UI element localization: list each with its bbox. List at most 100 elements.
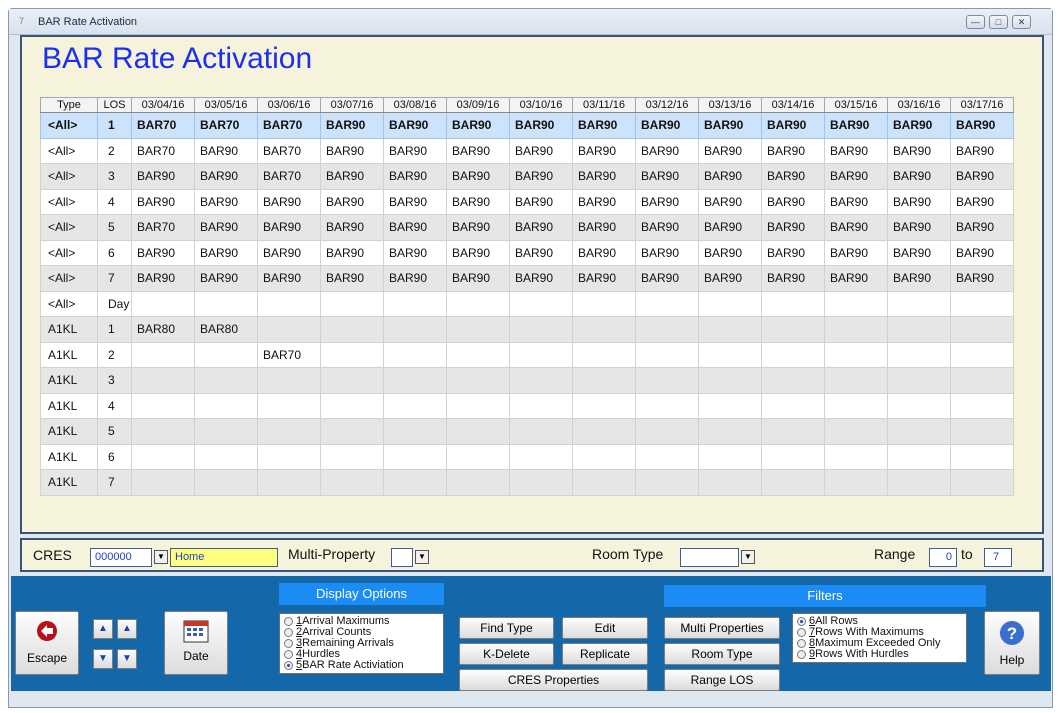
rate-cell[interactable] — [824, 341, 888, 368]
column-header-date[interactable]: 03/05/16 — [194, 97, 258, 113]
rate-cell[interactable]: BAR90 — [887, 265, 951, 292]
rate-cell[interactable] — [257, 469, 321, 496]
rate-cell[interactable]: BAR90 — [635, 112, 699, 139]
los-cell[interactable]: 3 — [97, 163, 132, 190]
rate-cell[interactable]: BAR90 — [572, 137, 636, 164]
rate-cell[interactable] — [950, 341, 1014, 368]
move-top-button[interactable]: ▲ — [117, 619, 137, 639]
type-cell[interactable]: <All> — [40, 265, 98, 292]
los-cell[interactable]: 6 — [97, 443, 132, 470]
type-cell[interactable]: A1KL — [40, 341, 98, 368]
rate-cell[interactable] — [824, 443, 888, 470]
rate-cell[interactable]: BAR90 — [131, 265, 195, 292]
rate-cell[interactable] — [383, 290, 447, 317]
rate-cell[interactable] — [257, 443, 321, 470]
rate-cell[interactable]: BAR90 — [698, 265, 762, 292]
minimize-button[interactable]: — — [966, 15, 985, 29]
column-header-type[interactable]: Type — [40, 97, 98, 113]
los-cell[interactable]: 2 — [97, 341, 132, 368]
rate-cell[interactable]: BAR90 — [761, 265, 825, 292]
rate-cell[interactable]: BAR90 — [761, 137, 825, 164]
rate-cell[interactable]: BAR90 — [572, 188, 636, 215]
rate-cell[interactable] — [383, 341, 447, 368]
column-header-date[interactable]: 03/04/16 — [131, 97, 195, 113]
rate-cell[interactable]: BAR90 — [824, 137, 888, 164]
rate-cell[interactable]: BAR90 — [635, 137, 699, 164]
rate-cell[interactable]: BAR90 — [572, 163, 636, 190]
rate-cell[interactable]: BAR90 — [320, 137, 384, 164]
rate-cell[interactable] — [572, 418, 636, 445]
rate-cell[interactable]: BAR70 — [257, 163, 321, 190]
type-cell[interactable]: <All> — [40, 163, 98, 190]
rate-cell[interactable] — [950, 443, 1014, 470]
cres-properties-button[interactable]: CRES Properties — [459, 669, 648, 691]
rate-cell[interactable] — [446, 316, 510, 343]
multi-property-dropdown-button[interactable]: ▼ — [415, 550, 429, 564]
rate-cell[interactable]: BAR90 — [257, 265, 321, 292]
rate-cell[interactable]: BAR90 — [572, 265, 636, 292]
rate-cell[interactable]: BAR90 — [761, 163, 825, 190]
column-header-date[interactable]: 03/06/16 — [257, 97, 321, 113]
rate-cell[interactable]: BAR90 — [383, 239, 447, 266]
rate-cell[interactable]: BAR90 — [950, 137, 1014, 164]
rate-cell[interactable]: BAR90 — [572, 214, 636, 241]
rate-cell[interactable] — [635, 469, 699, 496]
column-header-los[interactable]: LOS — [97, 97, 132, 113]
los-cell[interactable]: 3 — [97, 367, 132, 394]
rate-cell[interactable]: BAR90 — [698, 214, 762, 241]
column-header-date[interactable]: 03/17/16 — [950, 97, 1014, 113]
rate-cell[interactable]: BAR90 — [824, 163, 888, 190]
table-row[interactable]: <All> 7 BAR90 BAR90 BAR90 BAR90 BAR90 BAR90 BAR9… — [40, 265, 1014, 292]
los-cell[interactable]: 4 — [97, 188, 132, 215]
rate-cell[interactable] — [824, 290, 888, 317]
room-type-input[interactable] — [680, 548, 739, 567]
rate-cell[interactable] — [635, 443, 699, 470]
rate-cell[interactable] — [194, 290, 258, 317]
rate-cell[interactable] — [635, 392, 699, 419]
rate-cell[interactable] — [635, 341, 699, 368]
replicate-button[interactable]: Replicate — [562, 643, 648, 665]
los-cell[interactable]: 5 — [97, 418, 132, 445]
rate-cell[interactable]: BAR90 — [320, 239, 384, 266]
rate-cell[interactable]: BAR70 — [257, 112, 321, 139]
rate-cell[interactable] — [950, 392, 1014, 419]
rate-cell[interactable] — [572, 290, 636, 317]
rate-cell[interactable] — [446, 290, 510, 317]
rate-cell[interactable]: BAR80 — [131, 316, 195, 343]
rate-cell[interactable]: BAR70 — [131, 214, 195, 241]
rate-cell[interactable]: BAR70 — [131, 112, 195, 139]
rate-cell[interactable]: BAR90 — [950, 112, 1014, 139]
rate-cell[interactable] — [194, 367, 258, 394]
rate-cell[interactable]: BAR90 — [383, 112, 447, 139]
move-down-button[interactable]: ▼ — [93, 649, 113, 669]
rate-cell[interactable] — [572, 341, 636, 368]
rate-cell[interactable] — [194, 443, 258, 470]
type-cell[interactable]: A1KL — [40, 392, 98, 419]
radio-button[interactable] — [284, 661, 293, 670]
rate-cell[interactable]: BAR90 — [572, 112, 636, 139]
rate-cell[interactable] — [950, 316, 1014, 343]
rate-cell[interactable] — [698, 469, 762, 496]
rate-cell[interactable] — [887, 367, 951, 394]
room-type-dropdown-button[interactable]: ▼ — [741, 550, 755, 564]
rate-cell[interactable] — [194, 392, 258, 419]
rate-cell[interactable]: BAR90 — [446, 137, 510, 164]
type-cell[interactable]: <All> — [40, 290, 98, 317]
rate-cell[interactable]: BAR90 — [509, 112, 573, 139]
cres-code-input[interactable]: 000000 — [90, 548, 152, 567]
rate-cell[interactable] — [320, 367, 384, 394]
rate-cell[interactable]: BAR90 — [509, 163, 573, 190]
radio-button[interactable] — [797, 639, 806, 648]
rate-cell[interactable]: BAR90 — [320, 112, 384, 139]
column-header-date[interactable]: 03/08/16 — [383, 97, 447, 113]
type-cell[interactable]: <All> — [40, 137, 98, 164]
rate-cell[interactable]: BAR90 — [887, 137, 951, 164]
rate-cell[interactable]: BAR90 — [320, 188, 384, 215]
rate-cell[interactable]: BAR70 — [131, 137, 195, 164]
rate-cell[interactable]: BAR90 — [824, 265, 888, 292]
rate-cell[interactable]: BAR90 — [950, 265, 1014, 292]
rate-cell[interactable] — [950, 418, 1014, 445]
rate-cell[interactable] — [320, 418, 384, 445]
multi-property-input[interactable] — [391, 548, 413, 567]
rate-cell[interactable] — [131, 341, 195, 368]
